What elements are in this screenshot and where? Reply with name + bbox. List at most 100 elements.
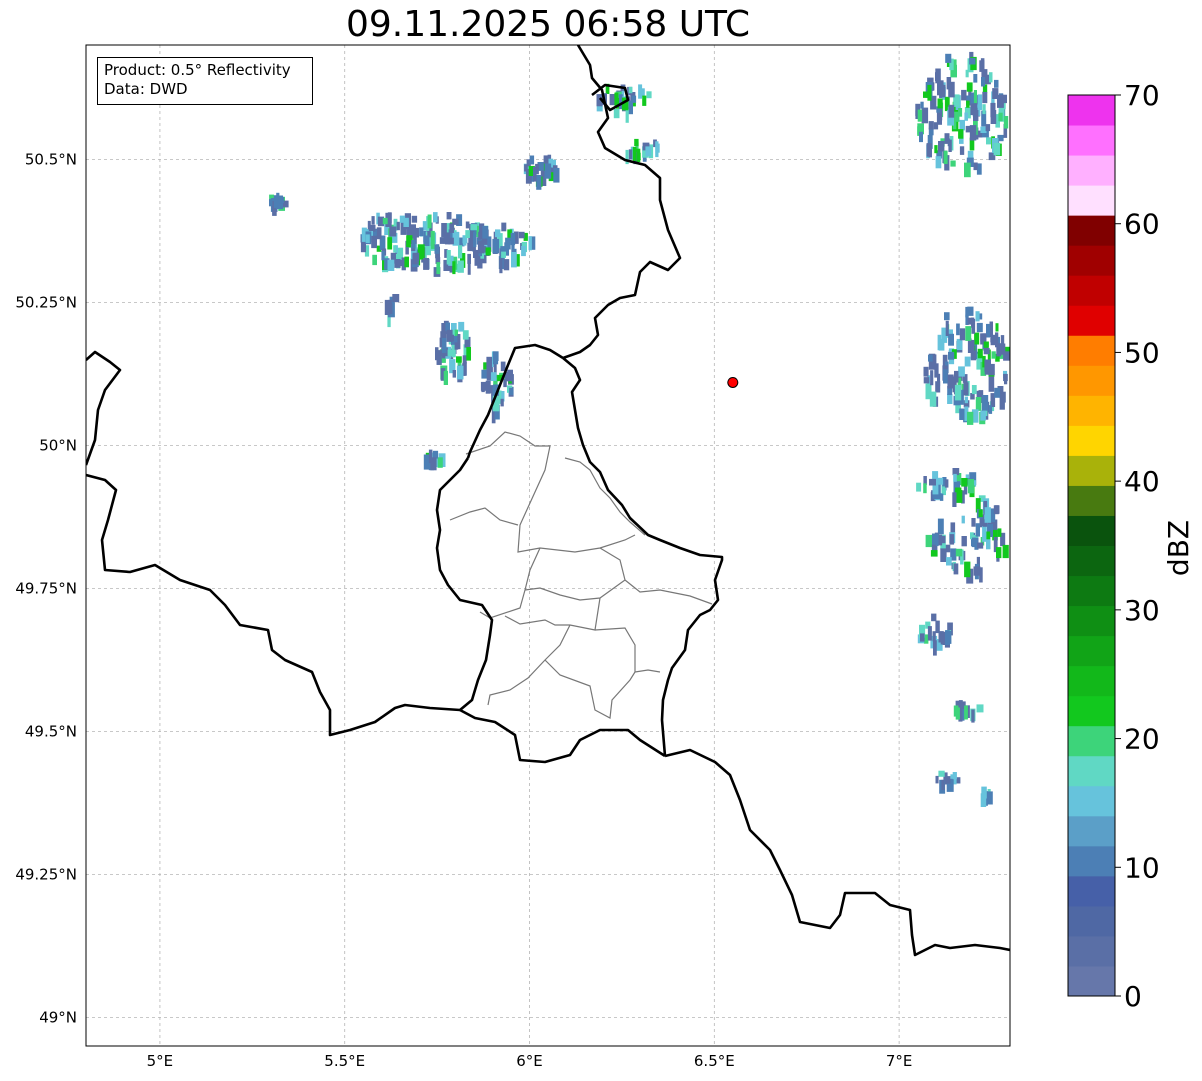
echo-pixel [964, 162, 971, 178]
echo-pixel [470, 224, 477, 231]
echo-pixel [381, 251, 385, 261]
echo-pixel [1003, 116, 1009, 129]
echo-pixel [920, 633, 925, 642]
echo-pixel [436, 262, 441, 275]
echo-pixel [948, 104, 955, 118]
echo-pixel [961, 478, 968, 487]
radar-map-figure: 5°E 5.5°E 6°E 6.5°E 7°E 49°N 49.25°N 49.5°N 49.… [15, 44, 1195, 1070]
echo-pixel [478, 231, 482, 240]
echo-pixel [518, 231, 525, 239]
echo-pixel [975, 397, 982, 411]
echo-pixel [920, 101, 924, 109]
echo-pixel [452, 370, 456, 378]
echo-pixel [917, 109, 923, 122]
echo-pixel [443, 235, 449, 244]
echo-pixel [982, 92, 988, 104]
echo-pixel [412, 252, 420, 261]
echo-pixel [980, 410, 986, 421]
echo-pixel [973, 90, 977, 104]
echo-pixel [642, 95, 647, 106]
echo-pixel [394, 259, 401, 268]
colorbar-tick-label: 60 [1124, 208, 1160, 241]
echo-pixel [959, 328, 966, 341]
colorbar-segment [1068, 215, 1115, 246]
echo-pixel [372, 254, 377, 266]
echo-pixel [419, 227, 424, 237]
echo-pixel [973, 74, 978, 83]
echo-pixel [937, 334, 942, 351]
echo-pixel [625, 108, 629, 123]
lat-tick-label: 49°N [39, 1008, 77, 1026]
echo-pixel [447, 349, 455, 356]
echo-pixel [984, 359, 989, 372]
echo-pixel [970, 92, 975, 104]
colorbar-segment [1068, 545, 1115, 577]
echo-pixel [919, 131, 923, 143]
echo-pixel [945, 320, 949, 336]
colorbar-segment [1068, 695, 1115, 727]
radar-site-marker[interactable] [727, 376, 739, 388]
echo-pixel [553, 167, 560, 183]
colorbar-segment [1068, 275, 1115, 306]
echo-pixel [975, 311, 980, 322]
colorbar: 0 10 20 30 40 50 60 70 dBZ [1067, 79, 1195, 1013]
latitude-ticks: 49°N 49.25°N 49.5°N 49.75°N 50°N 50.25°N 50.5°… [15, 150, 77, 1026]
echo-pixel [403, 217, 409, 227]
echo-pixel [980, 793, 987, 807]
echo-pixel [950, 160, 956, 167]
echo-pixel [485, 247, 491, 256]
echo-pixel [501, 222, 507, 232]
colorbar-segment [1068, 665, 1115, 697]
echo-pixel [655, 143, 660, 153]
lat-tick-label: 50°N [39, 436, 77, 454]
colorbar-tick-label: 30 [1124, 594, 1160, 627]
echo-pixel [628, 86, 633, 94]
echo-pixel [637, 152, 641, 161]
echo-pixel [937, 373, 941, 386]
echo-pixel [988, 376, 995, 392]
colorbar-segment [1068, 755, 1115, 787]
echo-pixel [971, 385, 977, 395]
echo-pixel [486, 369, 491, 381]
echo-pixel [521, 246, 526, 257]
colorbar-tick-label: 50 [1124, 336, 1160, 369]
echo-pixel [613, 108, 620, 119]
echo-pixel [961, 536, 967, 547]
echo-pixel [433, 212, 438, 223]
colorbar-segment [1068, 455, 1115, 486]
echo-pixel [944, 479, 949, 488]
echo-pixel [928, 144, 932, 158]
echo-pixel [628, 149, 633, 160]
colorbar-segment [1068, 425, 1115, 456]
echo-pixel [925, 534, 933, 548]
echo-pixel [954, 370, 959, 383]
echo-pixel [980, 126, 987, 133]
echo-pixel [492, 238, 500, 254]
echo-pixel [367, 220, 371, 230]
echo-pixel [456, 356, 462, 363]
colorbar-label: dBZ [1162, 520, 1195, 576]
echo-pixel [396, 221, 400, 231]
lon-tick-label: 5.5°E [324, 1052, 365, 1070]
echo-pixel [941, 779, 945, 791]
info-source: Data: DWD [104, 80, 188, 98]
echo-pixel [947, 393, 953, 404]
echo-pixel [499, 258, 503, 274]
colorbar-segment [1068, 515, 1115, 546]
echo-pixel [646, 91, 652, 99]
echo-pixel [983, 347, 990, 355]
colorbar-segment [1068, 875, 1115, 907]
colorbar-segment [1068, 965, 1115, 997]
echo-pixel [952, 772, 957, 780]
echo-pixel [932, 631, 936, 642]
echo-pixel [967, 479, 974, 494]
echo-pixel [975, 523, 980, 537]
echo-pixel [978, 509, 983, 518]
echo-pixel [976, 704, 984, 713]
echo-pixel [946, 557, 952, 566]
echo-pixel [442, 337, 447, 353]
echo-pixel [929, 391, 937, 407]
echo-pixel [979, 60, 985, 72]
colorbar-tick-label: 0 [1124, 980, 1142, 1013]
map-area[interactable] [85, 44, 1011, 1047]
